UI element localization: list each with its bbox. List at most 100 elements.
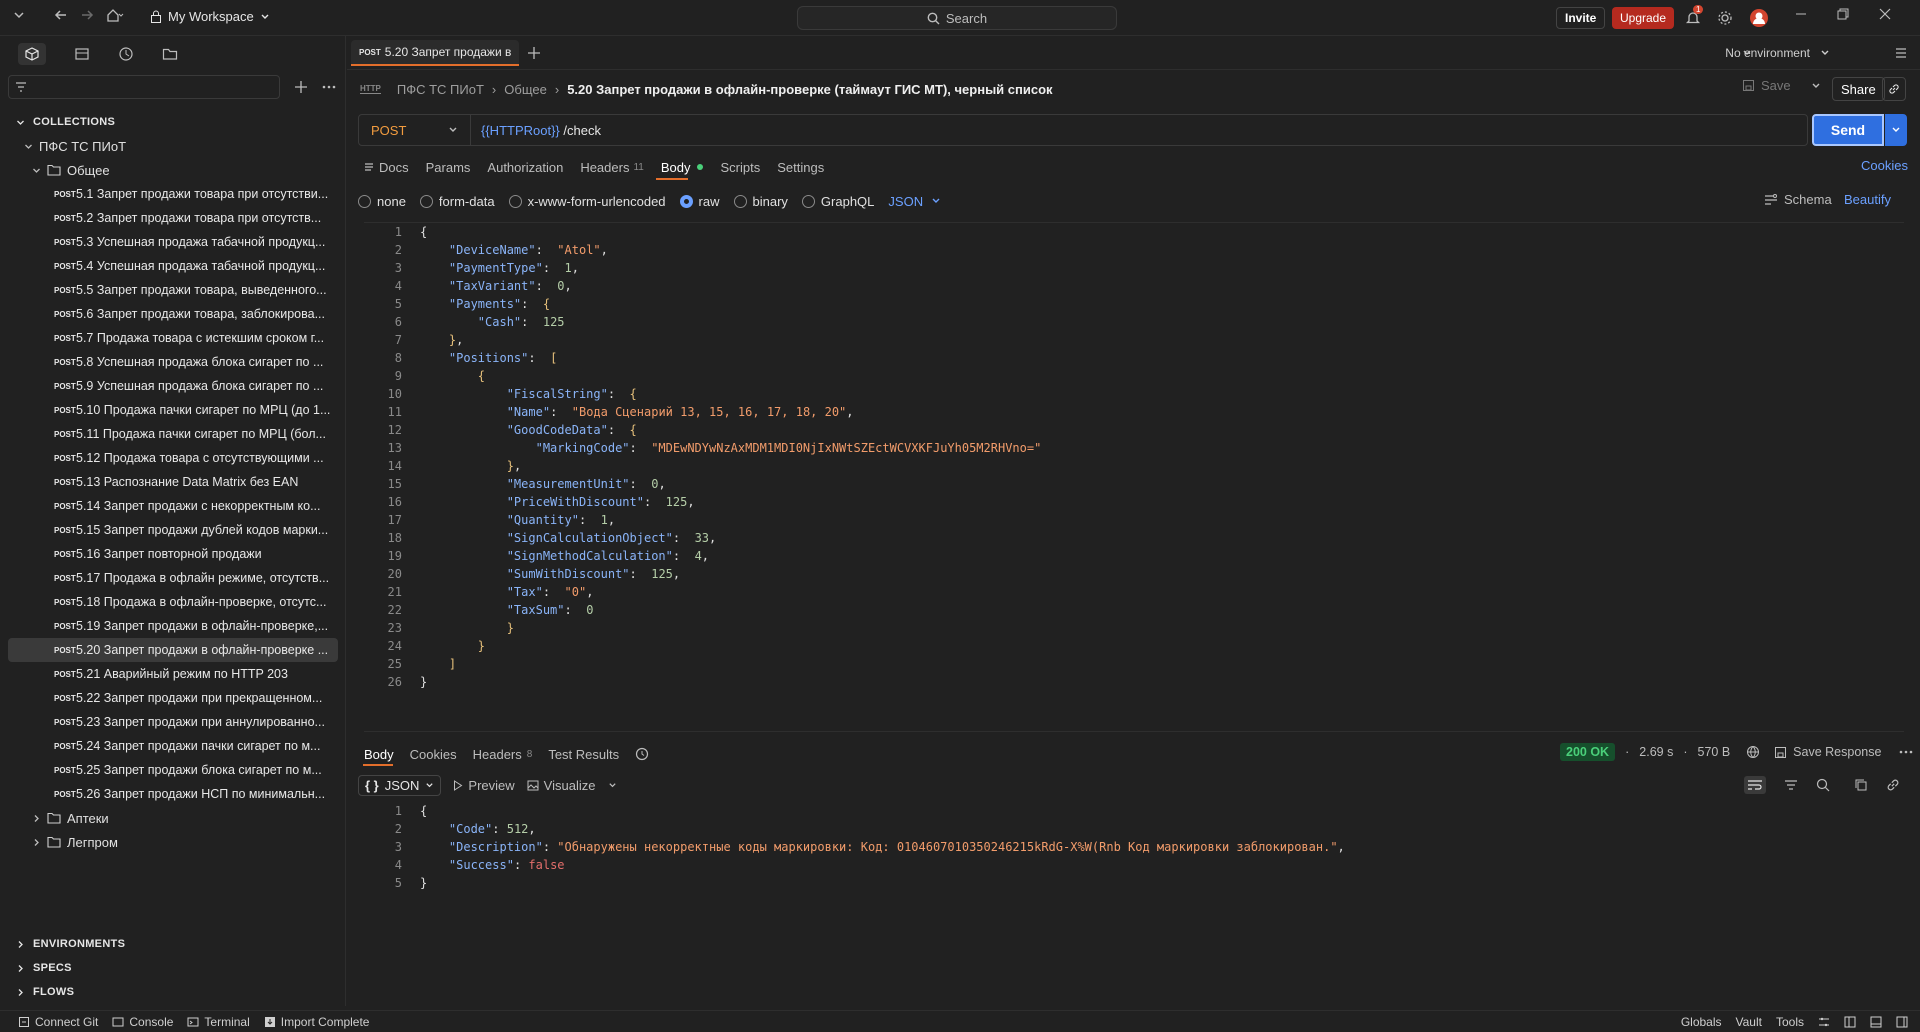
split-pane-icon[interactable] bbox=[1844, 1016, 1856, 1028]
folder-item[interactable]: Общее bbox=[0, 158, 345, 182]
beautify-button[interactable]: Beautify bbox=[1844, 192, 1891, 207]
request-item[interactable]: POST 5.15 Запрет продажи дублей кодов мар… bbox=[0, 518, 338, 542]
status-badge[interactable]: 200 OK bbox=[1560, 743, 1616, 761]
folder-item[interactable]: Аптеки bbox=[0, 806, 345, 830]
globe-icon[interactable] bbox=[1746, 745, 1760, 759]
terminal-button[interactable]: Terminal bbox=[187, 1015, 250, 1029]
search-input[interactable]: Search bbox=[797, 6, 1117, 30]
home-icon[interactable] bbox=[106, 8, 124, 22]
request-item[interactable]: POST 5.2 Запрет продажи товара при отсутс… bbox=[0, 206, 338, 230]
history-icon[interactable] bbox=[118, 46, 134, 62]
flows-section[interactable]: FLOWS bbox=[0, 980, 346, 1004]
response-time[interactable]: 2.69 s bbox=[1639, 745, 1673, 759]
request-item[interactable]: POST 5.14 Запрет продажи с некорректным к… bbox=[0, 494, 338, 518]
share-button[interactable]: Share bbox=[1832, 77, 1885, 101]
menu-chevron-icon[interactable] bbox=[12, 8, 26, 22]
request-item[interactable]: POST 5.21 Аварийный режим по HTTP 203 bbox=[0, 662, 338, 686]
close-icon[interactable] bbox=[1879, 8, 1891, 20]
request-item[interactable]: POST 5.6 Запрет продажи товара, заблокиро… bbox=[0, 302, 338, 326]
body-type-raw[interactable]: raw bbox=[679, 194, 720, 209]
import-status[interactable]: Import Complete bbox=[264, 1015, 369, 1029]
request-item[interactable]: POST 5.26 Запрет продажи НСП по минимальн… bbox=[0, 782, 338, 806]
save-button[interactable]: Save bbox=[1742, 78, 1821, 93]
send-button[interactable]: Send bbox=[1812, 114, 1884, 146]
avatar[interactable] bbox=[1749, 8, 1769, 28]
tab-authorization[interactable]: Authorization bbox=[487, 160, 563, 175]
request-item[interactable]: POST 5.12 Продажа товара с отсутствующими… bbox=[0, 446, 338, 470]
request-item[interactable]: POST 5.20 Запрет продажи в офлайн-проверк… bbox=[8, 638, 338, 662]
save-response-button[interactable]: Save Response bbox=[1774, 745, 1881, 759]
filter-input[interactable] bbox=[8, 75, 280, 99]
method-select[interactable]: POST bbox=[359, 115, 471, 145]
filter-icon[interactable] bbox=[1784, 779, 1798, 791]
forward-icon[interactable] bbox=[80, 8, 94, 22]
wrap-lines-icon[interactable] bbox=[1744, 776, 1766, 794]
request-item[interactable]: POST 5.7 Продажа товара с истекшим сроком… bbox=[0, 326, 338, 350]
copy-icon[interactable] bbox=[1854, 778, 1868, 792]
workspace-selector[interactable]: My Workspace bbox=[150, 9, 270, 24]
request-item[interactable]: POST 5.25 Запрет продажи блока сигарет по… bbox=[0, 758, 338, 782]
request-item[interactable]: POST 5.19 Запрет продажи в офлайн-проверк… bbox=[0, 614, 338, 638]
right-pane-icon[interactable] bbox=[1896, 1016, 1908, 1028]
more-icon[interactable] bbox=[322, 85, 336, 89]
environments-icon[interactable] bbox=[74, 46, 90, 62]
tab-body[interactable]: Body bbox=[661, 160, 704, 175]
layout-icon[interactable] bbox=[1818, 1016, 1830, 1028]
request-item[interactable]: POST 5.24 Запрет продажи пачки сигарет по… bbox=[0, 734, 338, 758]
request-item[interactable]: POST 5.13 Распознание Data Matrix без EAN bbox=[0, 470, 338, 494]
minimize-icon[interactable] bbox=[1795, 8, 1807, 20]
request-item[interactable]: POST 5.16 Запрет повторной продажи bbox=[0, 542, 338, 566]
environments-section[interactable]: ENVIRONMENTS bbox=[0, 932, 346, 956]
back-icon[interactable] bbox=[54, 8, 68, 22]
request-item[interactable]: POST 5.4 Успешная продажа табачной продук… bbox=[0, 254, 338, 278]
environment-settings-icon[interactable] bbox=[1894, 46, 1908, 60]
breadcrumb-current[interactable]: 5.20 Запрет продажи в офлайн-проверке (т… bbox=[567, 82, 1052, 97]
response-body[interactable]: 1{2 "Code": 512, 3 "Description": "Обнару… bbox=[364, 802, 1904, 892]
request-item[interactable]: POST 5.17 Продажа в офлайн режиме, отсутс… bbox=[0, 566, 338, 590]
folder-icon[interactable] bbox=[162, 46, 178, 62]
request-item[interactable]: POST 5.1 Запрет продажи товара при отсутс… bbox=[0, 182, 338, 206]
resp-tab-body[interactable]: Body bbox=[364, 747, 394, 762]
link-icon[interactable] bbox=[1886, 778, 1900, 792]
tab-params[interactable]: Params bbox=[426, 160, 471, 175]
breadcrumb-folder[interactable]: Общее bbox=[504, 82, 547, 97]
gear-icon[interactable] bbox=[1717, 10, 1733, 26]
restore-icon[interactable] bbox=[1837, 8, 1849, 20]
collection-item[interactable]: ПФС ТС ПИоТ bbox=[0, 134, 345, 158]
environment-selector[interactable]: No environment bbox=[1725, 46, 1830, 60]
response-size[interactable]: 570 B bbox=[1698, 745, 1731, 759]
resp-tab-test-results[interactable]: Test Results bbox=[548, 747, 619, 762]
bottom-pane-icon[interactable] bbox=[1870, 1016, 1882, 1028]
globals-button[interactable]: Globals bbox=[1681, 1015, 1722, 1029]
bell-icon[interactable]: 1 bbox=[1685, 5, 1704, 26]
request-item[interactable]: POST 5.3 Успешная продажа табачной продук… bbox=[0, 230, 338, 254]
folder-item[interactable]: Легпром bbox=[0, 830, 345, 854]
request-item[interactable]: POST 5.5 Запрет продажи товара, выведенно… bbox=[0, 278, 338, 302]
add-icon[interactable] bbox=[294, 80, 308, 94]
specs-section[interactable]: SPECS bbox=[0, 956, 346, 980]
upgrade-button[interactable]: Upgrade bbox=[1612, 7, 1675, 29]
request-item[interactable]: POST 5.9 Успешная продажа блока сигарет п… bbox=[0, 374, 338, 398]
more-icon[interactable] bbox=[1899, 750, 1913, 754]
body-type-binary[interactable]: binary bbox=[733, 194, 788, 209]
schema-button[interactable]: Schema bbox=[1764, 192, 1832, 207]
visualize-button[interactable]: Visualize bbox=[527, 778, 618, 793]
collections-icon[interactable] bbox=[18, 43, 46, 65]
breadcrumb-collection[interactable]: ПФС ТС ПИоТ bbox=[397, 82, 484, 97]
tools-button[interactable]: Tools bbox=[1776, 1015, 1804, 1029]
request-item[interactable]: POST 5.22 Запрет продажи при прекращенном… bbox=[0, 686, 338, 710]
request-tab[interactable]: POST 5.20 Запрет продажи в bbox=[351, 40, 520, 66]
tab-scripts[interactable]: Scripts bbox=[720, 160, 760, 175]
request-item[interactable]: POST 5.11 Продажа пачки сигарет по МРЦ (б… bbox=[0, 422, 338, 446]
vault-button[interactable]: Vault bbox=[1736, 1015, 1762, 1029]
copy-link-button[interactable] bbox=[1882, 77, 1906, 101]
request-item[interactable]: POST 5.23 Запрет продажи при аннулированн… bbox=[0, 710, 338, 734]
preview-button[interactable]: Preview bbox=[453, 778, 515, 793]
cookies-link[interactable]: Cookies bbox=[1861, 158, 1908, 173]
invite-button[interactable]: Invite bbox=[1556, 7, 1606, 29]
resp-tab-cookies[interactable]: Cookies bbox=[410, 747, 457, 762]
request-body-editor[interactable]: 1{2 "DeviceName": "Atol", 3 "PaymentType"… bbox=[364, 222, 1904, 732]
new-tab-icon[interactable] bbox=[527, 46, 541, 60]
console-button[interactable]: Console bbox=[112, 1015, 173, 1029]
body-format-select[interactable]: JSON bbox=[888, 194, 941, 209]
